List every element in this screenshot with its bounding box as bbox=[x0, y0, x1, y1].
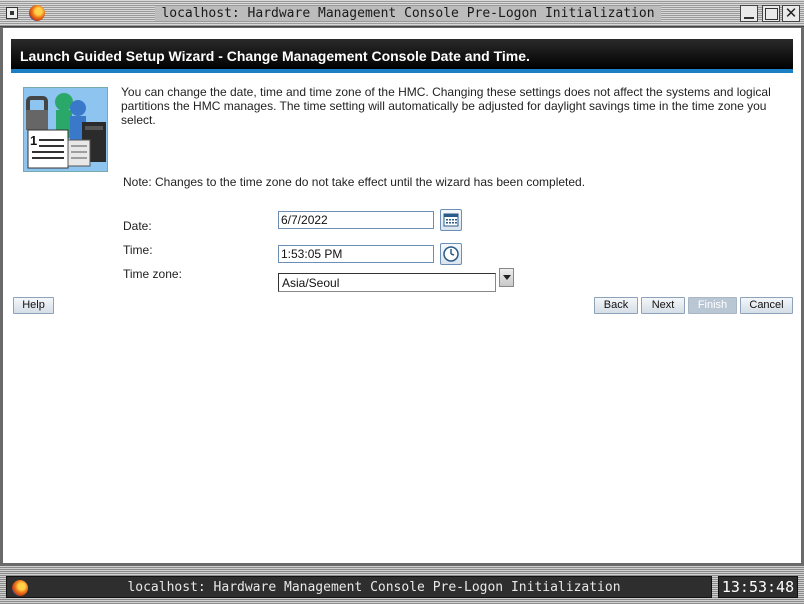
calendar-icon[interactable] bbox=[440, 209, 462, 231]
time-label: Time: bbox=[123, 243, 153, 257]
maximize-icon[interactable] bbox=[762, 5, 780, 22]
browser-window: localhost: Hardware Management Console P… bbox=[0, 0, 804, 604]
intro-text: You can change the date, time and time z… bbox=[121, 85, 771, 127]
finish-button: Finish bbox=[688, 297, 737, 314]
taskbar: localhost: Hardware Management Console P… bbox=[0, 566, 804, 604]
title-bar[interactable]: localhost: Hardware Management Console P… bbox=[0, 0, 804, 27]
date-input[interactable] bbox=[278, 211, 434, 229]
dropdown-arrow-icon[interactable] bbox=[499, 268, 514, 287]
timezone-select[interactable]: Asia/Seoul bbox=[278, 273, 496, 292]
page-title: Launch Guided Setup Wizard - Change Mana… bbox=[20, 48, 530, 64]
back-button[interactable]: Back bbox=[594, 297, 638, 314]
taskbar-window-title: localhost: Hardware Management Console P… bbox=[127, 580, 621, 595]
hmc-illustration-icon: 1 bbox=[23, 87, 108, 172]
date-label: Date: bbox=[123, 219, 152, 233]
wizard-content: Launch Guided Setup Wizard - Change Mana… bbox=[3, 28, 801, 563]
help-button[interactable]: Help bbox=[13, 297, 54, 314]
clock-icon[interactable] bbox=[440, 243, 462, 265]
note-text: Note: Changes to the time zone do not ta… bbox=[123, 175, 586, 189]
taskbar-clock: 13:53:48 bbox=[718, 576, 798, 598]
cancel-button[interactable]: Cancel bbox=[740, 297, 793, 314]
close-icon[interactable]: ✕ bbox=[782, 5, 800, 22]
next-button[interactable]: Next bbox=[641, 297, 685, 314]
minimize-icon[interactable] bbox=[740, 5, 758, 22]
svg-text:1: 1 bbox=[30, 133, 37, 148]
window-title: localhost: Hardware Management Console P… bbox=[0, 6, 804, 21]
time-input[interactable] bbox=[278, 245, 434, 263]
timezone-label: Time zone: bbox=[123, 267, 182, 281]
taskbar-window-button[interactable]: localhost: Hardware Management Console P… bbox=[6, 576, 712, 598]
header-band: Launch Guided Setup Wizard - Change Mana… bbox=[11, 39, 793, 73]
